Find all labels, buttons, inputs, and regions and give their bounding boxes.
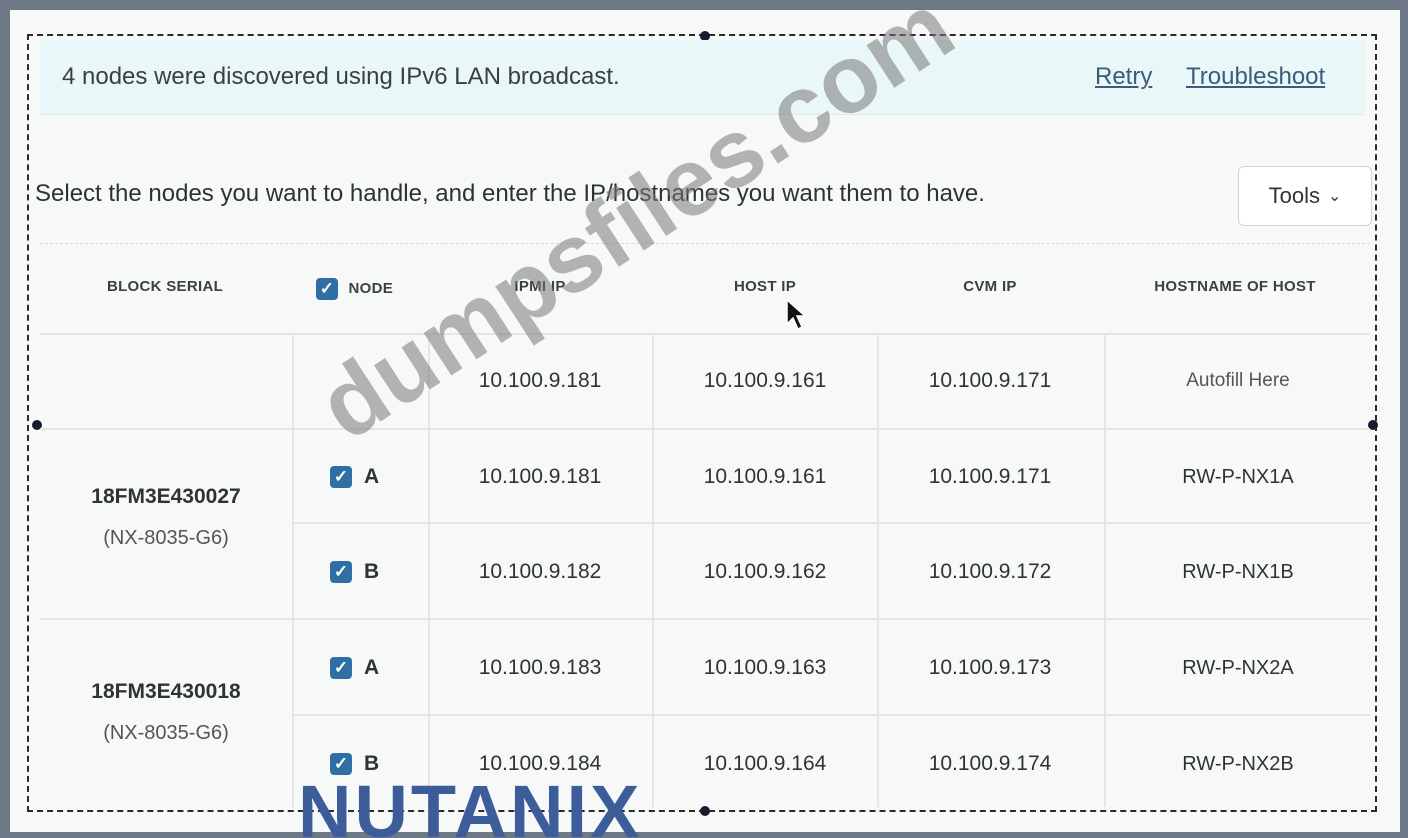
block-serial-number: 18FM3E430018 bbox=[91, 680, 241, 703]
node-cell[interactable]: ✓ A bbox=[330, 656, 379, 680]
header-block-serial[interactable]: BLOCK SERIAL bbox=[70, 278, 260, 295]
header-node[interactable]: ✓ NODE bbox=[316, 278, 426, 300]
banner-message: 4 nodes were discovered using IPv6 LAN b… bbox=[62, 63, 620, 90]
node-label: A bbox=[364, 656, 380, 679]
host-ip-input[interactable]: 10.100.9.162 bbox=[655, 560, 875, 584]
instructions-text: Select the nodes you want to handle, and… bbox=[35, 180, 985, 207]
mouse-cursor-icon bbox=[786, 298, 807, 331]
ipmi-ip-input[interactable]: 10.100.9.183 bbox=[430, 656, 650, 680]
host-ip-input[interactable]: 10.100.9.163 bbox=[655, 656, 875, 680]
block-serial-number: 18FM3E430027 bbox=[91, 485, 241, 508]
autofill-host-ip-input[interactable]: 10.100.9.161 bbox=[655, 369, 875, 393]
node-cell[interactable]: ✓ A bbox=[330, 465, 379, 489]
grid-line bbox=[1104, 333, 1106, 807]
ipmi-ip-input[interactable]: 10.100.9.182 bbox=[430, 560, 650, 584]
node-label: B bbox=[364, 560, 380, 583]
host-ip-input[interactable]: 10.100.9.161 bbox=[655, 465, 875, 489]
checkbox-checked-icon[interactable]: ✓ bbox=[330, 657, 352, 680]
nutanix-logo: NUTANIX bbox=[298, 772, 643, 838]
hostname-input[interactable]: RW-P-NX1A bbox=[1120, 466, 1356, 489]
header-cvm-ip[interactable]: CVM IP bbox=[880, 278, 1100, 295]
grid-line bbox=[877, 333, 879, 807]
grid-line bbox=[292, 522, 1370, 524]
grid-line bbox=[40, 333, 1370, 335]
header-separator bbox=[40, 243, 1370, 244]
retry-link[interactable]: Retry bbox=[1095, 63, 1152, 91]
grid-line bbox=[40, 618, 1370, 620]
selection-handle-bottom[interactable] bbox=[700, 806, 710, 816]
tools-label: Tools bbox=[1268, 183, 1320, 208]
ipmi-ip-input[interactable]: 10.100.9.181 bbox=[430, 465, 650, 489]
chevron-down-icon: ⌄ bbox=[1327, 188, 1342, 205]
tools-dropdown-button[interactable]: Tools ⌄ bbox=[1238, 166, 1372, 226]
autofill-hostname-input[interactable]: Autofill Here bbox=[1120, 370, 1356, 392]
block-model: (NX-8035-G6) bbox=[103, 722, 229, 744]
cvm-ip-input[interactable]: 10.100.9.171 bbox=[880, 465, 1100, 489]
grid-line bbox=[652, 333, 654, 807]
troubleshoot-link[interactable]: Troubleshoot bbox=[1186, 63, 1325, 91]
header-host-ip[interactable]: HOST IP bbox=[655, 278, 875, 295]
checkbox-checked-icon[interactable]: ✓ bbox=[330, 561, 352, 584]
autofill-cvm-ip-input[interactable]: 10.100.9.171 bbox=[880, 369, 1100, 393]
grid-line bbox=[292, 714, 1370, 716]
cvm-ip-input[interactable]: 10.100.9.174 bbox=[880, 752, 1100, 776]
select-all-checkbox-icon[interactable]: ✓ bbox=[316, 278, 338, 300]
hostname-input[interactable]: RW-P-NX2B bbox=[1120, 753, 1356, 776]
cvm-ip-input[interactable]: 10.100.9.172 bbox=[880, 560, 1100, 584]
grid-line bbox=[40, 428, 1370, 430]
checkbox-checked-icon[interactable]: ✓ bbox=[330, 466, 352, 489]
discovery-banner: 4 nodes were discovered using IPv6 LAN b… bbox=[40, 40, 1365, 115]
hostname-input[interactable]: RW-P-NX1B bbox=[1120, 561, 1356, 584]
host-ip-input[interactable]: 10.100.9.164 bbox=[655, 752, 875, 776]
block-serial-cell: 18FM3E430027 (NX-8035-G6) bbox=[40, 485, 292, 550]
grid-line bbox=[292, 333, 294, 807]
node-cell[interactable]: ✓ B bbox=[330, 560, 379, 584]
block-serial-cell: 18FM3E430018 (NX-8035-G6) bbox=[40, 680, 292, 745]
header-node-label: NODE bbox=[348, 279, 394, 297]
header-hostname[interactable]: HOSTNAME OF HOST bbox=[1110, 278, 1360, 295]
block-model: (NX-8035-G6) bbox=[103, 527, 229, 549]
cvm-ip-input[interactable]: 10.100.9.173 bbox=[880, 656, 1100, 680]
hostname-input[interactable]: RW-P-NX2A bbox=[1120, 657, 1356, 680]
node-label: A bbox=[364, 465, 380, 488]
